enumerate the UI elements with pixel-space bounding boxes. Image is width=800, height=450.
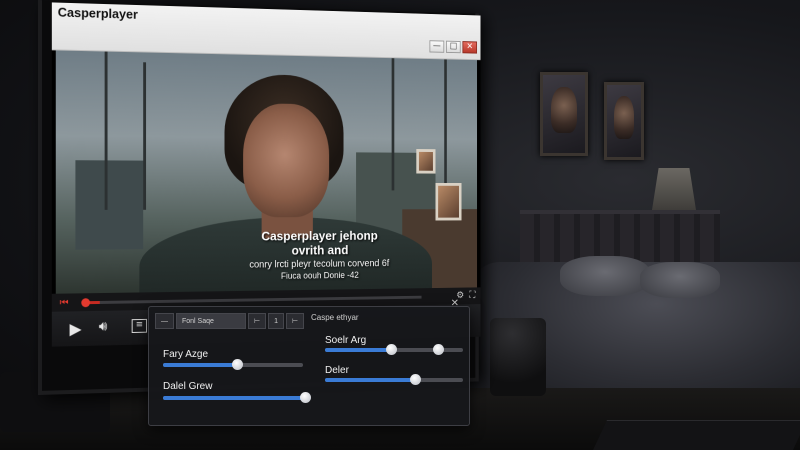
pillow bbox=[640, 262, 720, 298]
dialog-tab[interactable]: ⊢ bbox=[286, 313, 305, 329]
keyboard bbox=[593, 420, 800, 450]
slider-handle[interactable] bbox=[386, 344, 398, 355]
play-button[interactable]: ▶ bbox=[70, 319, 82, 338]
slider-handle[interactable] bbox=[409, 374, 421, 385]
dialog-tab-font[interactable]: Fonl Saqe bbox=[176, 313, 246, 329]
dialog-close-button[interactable]: ✕ bbox=[451, 298, 459, 309]
slider-label: Dalel Grew bbox=[163, 381, 213, 392]
dialog-title: Caspe ethyar bbox=[311, 313, 359, 322]
volume-button[interactable]: 🔊︎ bbox=[99, 319, 108, 335]
fullscreen-icon[interactable]: ⛶ bbox=[469, 290, 475, 300]
seek-right-icons: ⚙ ⛶ bbox=[456, 290, 475, 301]
slider-track[interactable] bbox=[325, 374, 463, 385]
subtitle-line: Casperplayer jehonp ovrith and bbox=[261, 228, 378, 258]
slider-track[interactable] bbox=[163, 359, 303, 370]
slider-track[interactable] bbox=[325, 344, 463, 355]
subtitle-line: conry lrcti pleyr tecolum corvend 6f bbox=[249, 258, 390, 271]
slider-handle[interactable] bbox=[232, 359, 244, 370]
dialog-tab[interactable]: 1 bbox=[268, 313, 285, 329]
window-buttons: — □ ✕ bbox=[429, 40, 478, 54]
wall-poster-1 bbox=[540, 72, 588, 156]
playlist-button[interactable]: ≡ bbox=[131, 318, 148, 333]
slider-label: Deler bbox=[325, 365, 349, 376]
lamp bbox=[652, 168, 696, 210]
player-window: Casperplayer — □ ✕ Casperplayer jehonp o… bbox=[51, 2, 481, 347]
subtitle-line: Fiuca oouh Donie -42 bbox=[280, 270, 359, 281]
wall-photo bbox=[435, 182, 462, 221]
pillow bbox=[560, 256, 650, 296]
wall-photo bbox=[416, 149, 436, 174]
minimize-button[interactable]: — bbox=[429, 40, 445, 53]
speaker bbox=[490, 318, 546, 396]
maximize-button[interactable]: □ bbox=[445, 40, 461, 54]
video-frame[interactable]: Casperplayer jehonp ovrith and conry lrc… bbox=[55, 50, 478, 294]
room-background: Casperplayer — □ ✕ Casperplayer jehonp o… bbox=[0, 0, 800, 450]
seek-progress bbox=[89, 300, 100, 305]
app-title: Casperplayer bbox=[57, 4, 138, 22]
dialog-toolbar: — Fonl Saqe ⊢ 1 ⊢ bbox=[155, 313, 305, 329]
skip-back-icon[interactable]: ⏮ bbox=[60, 298, 69, 309]
slider-label: Fary Azge bbox=[163, 349, 209, 360]
dialog-tab[interactable]: — bbox=[155, 313, 174, 329]
wall-poster-2 bbox=[604, 82, 644, 160]
slider-track[interactable] bbox=[163, 392, 312, 403]
slider-handle[interactable] bbox=[433, 344, 445, 355]
subtitle-text: Casperplayer jehonp ovrith and conry lrc… bbox=[247, 228, 392, 281]
slider-label: Soelr Arg bbox=[325, 335, 367, 346]
slider-handle[interactable] bbox=[300, 392, 312, 403]
seek-handle[interactable] bbox=[81, 298, 91, 308]
close-button[interactable]: ✕ bbox=[462, 41, 478, 54]
dialog-tab[interactable]: ⊢ bbox=[248, 313, 267, 329]
subtitle-settings-dialog: ✕ — Fonl Saqe ⊢ 1 ⊢ Caspe ethyar Fary Az… bbox=[148, 298, 470, 426]
seek-track[interactable] bbox=[89, 295, 422, 305]
